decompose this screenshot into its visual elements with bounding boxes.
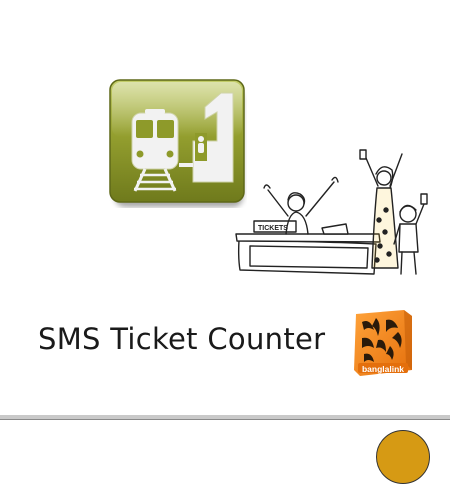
- tickets-sign: TICKETS: [258, 225, 288, 232]
- brand-name: banglalink: [361, 364, 405, 374]
- status-indicator: [376, 430, 430, 484]
- section-divider: [0, 415, 450, 422]
- happy-ticket-buyers-illustration: TICKETS: [234, 148, 434, 278]
- app-title: SMS Ticket Counter: [38, 322, 326, 356]
- train-ticket-app-icon: [109, 79, 247, 208]
